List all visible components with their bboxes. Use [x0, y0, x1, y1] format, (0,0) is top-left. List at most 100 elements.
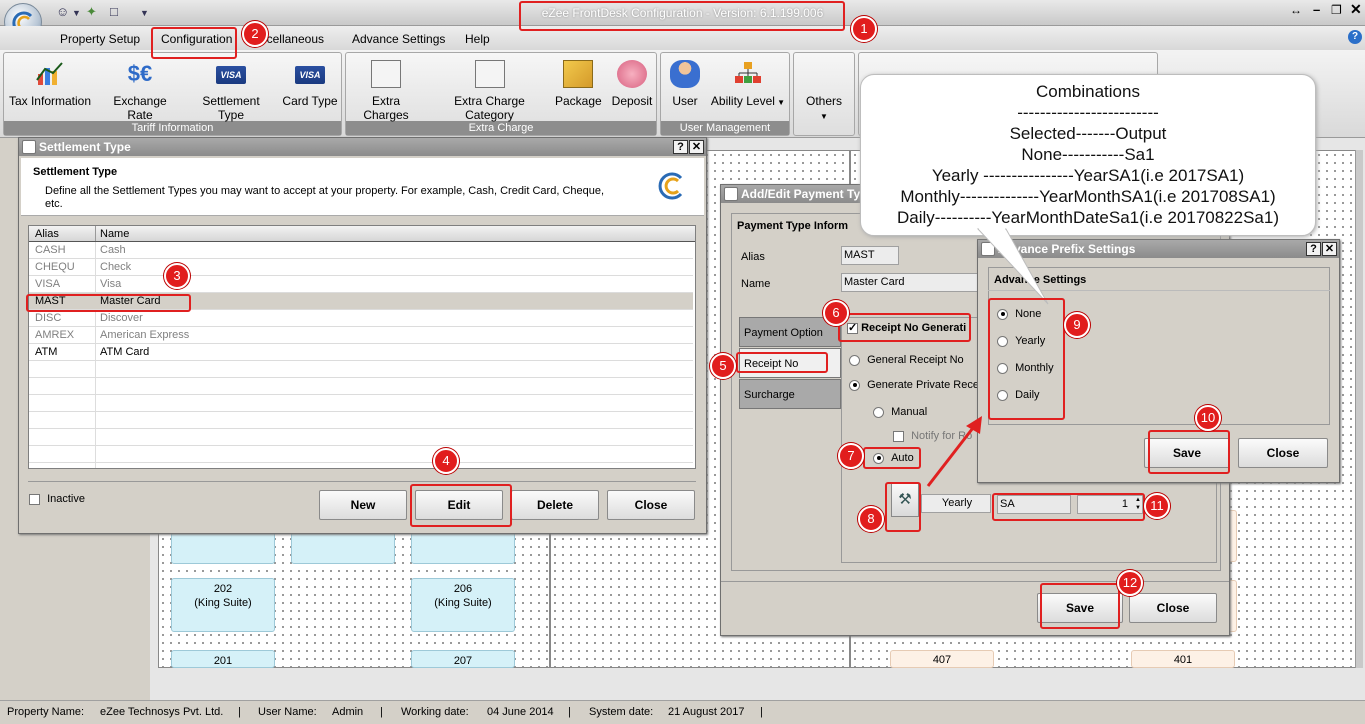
user-person-icon — [670, 60, 700, 88]
help-icon[interactable]: ? — [673, 140, 688, 154]
new-button[interactable]: New — [319, 490, 407, 520]
room-tile-407[interactable]: 407(Twin) — [890, 650, 994, 668]
status-separator: | — [380, 706, 383, 718]
window-logo-icon — [22, 140, 36, 154]
column-name[interactable]: Name — [100, 228, 129, 240]
table-row-empty[interactable] — [29, 429, 693, 446]
package-icon — [563, 60, 593, 88]
table-row[interactable]: CASH Cash — [29, 242, 693, 259]
room-tile[interactable] — [171, 530, 275, 564]
tax-information-button[interactable]: Tax Information — [8, 60, 92, 108]
room-tile-201[interactable]: 201(King Suite) — [171, 650, 275, 668]
menu-advance-settings[interactable]: Advance Settings — [352, 32, 445, 46]
general-receipt-radio[interactable]: General Receipt No — [849, 354, 964, 366]
others-button[interactable]: Others ▼ — [800, 94, 848, 122]
callout-number: 11 — [1144, 493, 1170, 519]
radio-button[interactable] — [849, 354, 860, 366]
menu-help[interactable]: Help — [465, 32, 490, 46]
package-button[interactable]: Package — [555, 60, 602, 108]
table-row-empty[interactable] — [29, 378, 693, 395]
annotation-box — [885, 482, 921, 532]
settlement-type-button[interactable]: VISA Settlement Type — [188, 60, 274, 122]
room-number: 401 — [1173, 654, 1193, 666]
callout-number: 2 — [242, 21, 268, 47]
restore-icon[interactable]: ↔ — [1290, 3, 1302, 17]
exchange-rate-button[interactable]: $€ Exchange Rate — [100, 60, 180, 122]
tools-icon[interactable]: ✦ — [86, 4, 97, 20]
close-icon[interactable]: ✕ — [1322, 242, 1337, 256]
payment-close-button[interactable]: Close — [1129, 593, 1217, 623]
table-row[interactable]: VISA Visa — [29, 276, 693, 293]
document-icon[interactable]: □ — [110, 4, 118, 19]
menu-property-setup[interactable]: Property Setup — [60, 32, 140, 46]
customize-toolbar-icon[interactable]: ▼ — [140, 8, 149, 18]
user-button[interactable]: User — [668, 60, 702, 108]
callout-number: 1 — [851, 16, 877, 42]
radio-button[interactable] — [849, 379, 860, 391]
alias-field[interactable]: MAST — [841, 246, 899, 265]
delete-button[interactable]: Delete — [511, 490, 599, 520]
inactive-checkbox[interactable]: Inactive — [29, 493, 85, 505]
card-type-label: Card Type — [282, 94, 338, 108]
room-tile-207[interactable]: 207(King Suite) — [411, 650, 515, 668]
row-name: ATM Card — [100, 346, 150, 358]
room-type: (Twin) — [891, 667, 993, 668]
table-row-empty[interactable] — [29, 395, 693, 412]
checkbox-box[interactable] — [29, 493, 40, 505]
extra-charges-button[interactable]: Extra Charges — [350, 60, 422, 122]
table-row-empty[interactable] — [29, 361, 693, 378]
annotation-box — [151, 27, 237, 59]
table-row[interactable]: AMREX American Express — [29, 327, 693, 344]
annotation-box — [519, 1, 845, 31]
grid-header: Alias Name — [29, 226, 695, 242]
close-icon[interactable]: ✕ — [1350, 1, 1362, 18]
advance-close-button[interactable]: Close — [1238, 438, 1328, 468]
room-tile-206[interactable]: 206 (King Suite) — [411, 578, 515, 632]
ezee-logo-icon — [658, 172, 683, 200]
table-row[interactable]: CHEQU Check — [29, 259, 693, 276]
generate-private-radio[interactable]: Generate Private Rece — [849, 379, 979, 391]
close-button[interactable]: Close — [607, 490, 695, 520]
room-number: 206 — [453, 583, 473, 595]
room-tile[interactable] — [291, 530, 395, 564]
alias-label: Alias — [741, 251, 765, 263]
extra-charge-category-button[interactable]: Extra Charge Category — [432, 60, 547, 122]
bubble-line: ------------------------- — [1017, 103, 1159, 122]
bubble-line: Selected-------Output — [1009, 124, 1167, 143]
checkbox-box[interactable] — [893, 430, 904, 442]
help-icon[interactable]: ? — [1306, 242, 1321, 256]
status-separator: | — [238, 706, 241, 718]
window-logo-icon — [724, 187, 738, 201]
currency-icon: $€ — [127, 61, 153, 86]
table-row-empty[interactable] — [29, 412, 693, 429]
tab-surcharge[interactable]: Surcharge — [739, 379, 841, 409]
card-type-button[interactable]: VISA Card Type — [282, 60, 338, 108]
close-icon[interactable]: ✕ — [689, 140, 704, 154]
table-row[interactable]: DISC Discover — [29, 310, 693, 327]
callout-number: 8 — [858, 506, 884, 532]
help-icon[interactable]: ? — [1348, 30, 1362, 44]
table-row-empty[interactable] — [29, 446, 693, 463]
room-tile[interactable] — [411, 530, 515, 564]
column-alias[interactable]: Alias — [35, 228, 59, 240]
minimize-icon[interactable]: – — [1313, 2, 1320, 17]
callout-number: 10 — [1195, 405, 1221, 431]
dropdown-arrow-icon[interactable]: ▼ — [72, 8, 81, 18]
maximize-icon[interactable]: ❐ — [1331, 3, 1342, 17]
table-row[interactable]: ATM ATM Card — [29, 344, 693, 361]
room-type: (King Suite) — [434, 597, 492, 609]
radio-button[interactable] — [873, 406, 884, 418]
tax-information-label: Tax Information — [8, 94, 92, 108]
general-receipt-label: General Receipt No — [867, 354, 964, 366]
room-tile-401[interactable]: 401(Twin) — [1131, 650, 1235, 668]
room-number: 407 — [932, 654, 952, 666]
scrollbar[interactable] — [1355, 150, 1363, 668]
combinations-callout-bubble: Combinations ------------------------- S… — [860, 74, 1316, 236]
deposit-button[interactable]: Deposit — [609, 60, 655, 108]
room-tile-202[interactable]: 202 (King Suite) — [171, 578, 275, 632]
settlement-description: Define all the Settlement Types you may … — [45, 185, 605, 210]
callout-number: 7 — [838, 443, 864, 469]
ability-level-button[interactable]: Ability Level ▼ — [710, 60, 786, 108]
system-date-label: System date: — [589, 706, 654, 718]
user-icon[interactable]: ☺ — [56, 4, 69, 19]
